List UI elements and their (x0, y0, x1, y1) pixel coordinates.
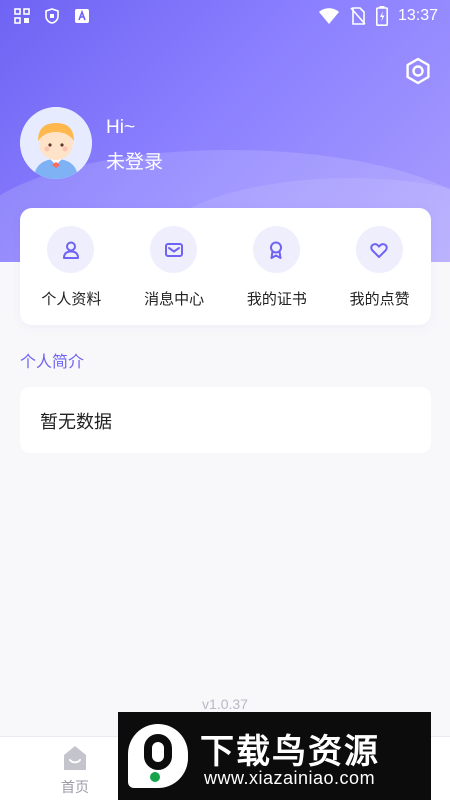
watermark-banner: 下载鸟资源 www.xiazainiao.com (118, 712, 431, 800)
gear-icon[interactable] (404, 57, 432, 85)
intro-section-title: 个人简介 (20, 352, 85, 371)
heart-icon (355, 226, 403, 273)
greeting-text: Hi~ (106, 117, 136, 138)
avatar-illustration (20, 107, 92, 179)
status-bar: 13:37 (0, 0, 450, 32)
no-sim-icon (350, 7, 366, 25)
intro-card: 暂无数据 (20, 387, 431, 453)
watermark-title: 下载鸟资源 (200, 732, 380, 772)
menu-item-likes[interactable]: 我的点赞 (328, 208, 431, 325)
avatar[interactable] (20, 107, 92, 179)
wifi-icon (318, 8, 339, 24)
watermark-url: www.xiazainiao.com (204, 768, 376, 788)
quick-menu-card: 个人资料 消息中心 我的证书 我的点赞 (20, 208, 431, 325)
user-icon (47, 226, 95, 273)
watermark-logo-icon (128, 724, 188, 788)
badge-icon (252, 226, 300, 273)
shield-icon (45, 8, 59, 24)
menu-item-certificates[interactable]: 我的证书 (226, 208, 329, 325)
battery-icon (375, 6, 388, 26)
intro-content: 暂无数据 (40, 412, 112, 433)
menu-item-label: 消息中心 (144, 290, 205, 308)
menu-item-label: 个人资料 (41, 290, 102, 308)
login-status[interactable]: 未登录 (106, 147, 163, 174)
a-icon (75, 9, 89, 23)
mail-icon (150, 226, 198, 273)
menu-item-profile[interactable]: 个人资料 (20, 208, 123, 325)
home-icon (64, 746, 86, 770)
grid-icon (14, 8, 30, 24)
app-version: v1.0.37 (202, 696, 248, 712)
menu-item-label: 我的证书 (246, 290, 307, 308)
menu-item-messages[interactable]: 消息中心 (123, 208, 226, 325)
status-time: 13:37 (397, 7, 438, 24)
menu-item-label: 我的点赞 (349, 290, 410, 308)
